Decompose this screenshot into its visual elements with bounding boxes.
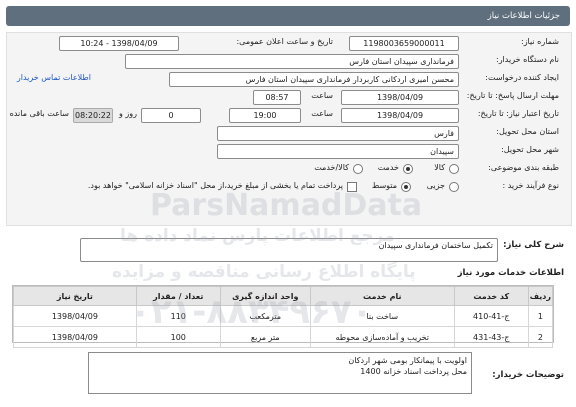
table-header-row: ردیف کد خدمت نام خدمت واحد اندازه گیری ت… — [13, 286, 554, 306]
process-label: نوع فرآیند خرید : — [502, 181, 559, 190]
process-minor-radio[interactable] — [449, 182, 459, 192]
services-table: ردیف کد خدمت نام خدمت واحد اندازه گیری ت… — [12, 285, 554, 348]
cell-service-name: تخریب و آماده‌سازی محوطه — [309, 326, 455, 348]
services-title: اطلاعات خدمات مورد نیاز — [457, 268, 564, 278]
creator-label: ایجاد کننده درخواست: — [485, 73, 559, 82]
city-label: شهر محل تحویل: — [501, 145, 559, 154]
creator-field[interactable]: محسن امیری اردکانی کاربردار فرمانداری سپ… — [169, 72, 459, 87]
deadline-time-field[interactable]: 08:57 — [253, 90, 301, 105]
need-details-panel: شماره نیاز: 1198003659000011 تاریخ و ساع… — [6, 32, 572, 226]
summary-label: شرح کلی نیاز: — [503, 240, 564, 250]
cell-quantity: 110 — [135, 305, 221, 327]
col-row-number: ردیف — [527, 286, 554, 306]
col-quantity: تعداد / مقدار — [135, 286, 221, 306]
announce-label: تاریخ و ساعت اعلان عمومی: — [236, 37, 333, 46]
cell-service-code: ج-41-410 — [453, 305, 529, 327]
buyer-org-field[interactable]: فرمانداری سپیدان استان فارس — [125, 54, 459, 69]
buyer-notes-field[interactable]: اولویت با پیمانکار بومی شهر اردکان محل پ… — [88, 352, 472, 394]
col-unit: واحد اندازه گیری — [219, 286, 311, 306]
buyer-contact-link[interactable]: اطلاعات تماس خریدار — [17, 73, 91, 82]
buyer-notes-line-2: محل پرداخت اسناد خزانه 1400 — [360, 367, 467, 376]
deadline-label: مهلت ارسال پاسخ: تا تاریخ: — [466, 91, 559, 100]
buyer-notes-line-1: اولویت با پیمانکار بومی شهر اردکان — [348, 356, 467, 365]
validity-date-field[interactable]: 1398/04/09 — [341, 108, 459, 123]
buyer-org-label: نام دستگاه خریدار: — [496, 55, 559, 64]
cell-need-date: 1398/04/09 — [13, 305, 137, 327]
cell-quantity: 100 — [135, 326, 221, 348]
category-service-radio[interactable] — [403, 164, 413, 174]
validity-label: تاریخ اعتبار نیاز: تا تاریخ: — [477, 109, 559, 118]
remaining-label: ساعت باقی مانده — [9, 109, 69, 118]
buyer-notes-label: توضیحات خریدار: — [492, 370, 564, 380]
province-field[interactable]: فارس — [217, 126, 459, 141]
process-minor-label: جزیی — [426, 181, 445, 190]
col-service-code: کد خدمت — [453, 286, 529, 306]
deadline-date-field[interactable]: 1398/04/09 — [341, 90, 459, 105]
process-medium-radio[interactable] — [401, 182, 411, 192]
table-row[interactable]: 1 ج-41-410 ساخت بنا مترمکعب 110 1398/04/… — [13, 305, 554, 327]
category-both-radio[interactable] — [353, 164, 363, 174]
page-header: جزئیات اطلاعات نیاز — [6, 6, 570, 26]
cell-service-name: ساخت بنا — [309, 305, 455, 327]
category-both-label: کالا/خدمت — [314, 163, 349, 172]
watermark-line-3: پایگاه اطلاع رسانی مناقصه و مزایده — [112, 262, 416, 282]
category-goods-radio[interactable] — [449, 164, 459, 174]
city-field[interactable]: سپیدان — [217, 144, 459, 159]
announce-field[interactable]: 1398/04/09 - 10:24 — [59, 36, 179, 51]
category-service-label: خدمت — [377, 163, 399, 172]
cell-row-number: 1 — [527, 305, 554, 327]
col-need-date: تاریخ نیاز — [13, 286, 137, 306]
cell-service-code: ج-43-431 — [453, 326, 529, 348]
cell-unit: مترمکعب — [219, 305, 311, 327]
treasury-payment-checkbox[interactable] — [347, 182, 357, 192]
treasury-payment-note: پرداخت تمام یا بخشی از مبلغ خرید،از محل … — [87, 181, 343, 190]
cell-need-date: 1398/04/09 — [13, 326, 137, 348]
category-goods-label: کالا — [434, 163, 445, 172]
validity-time-field[interactable]: 19:00 — [229, 108, 301, 123]
remaining-time-field: 08:20:22 — [73, 108, 113, 123]
need-number-label: شماره نیاز: — [521, 37, 559, 46]
col-service-name: نام خدمت — [309, 286, 455, 306]
table-row[interactable]: 2 ج-43-431 تخریب و آماده‌سازی محوطه متر … — [13, 326, 554, 348]
cell-row-number: 2 — [527, 326, 554, 348]
cell-unit: متر مربع — [219, 326, 311, 348]
summary-field[interactable]: تکمیل ساختمان فرمانداری سپیدان — [80, 238, 498, 262]
remaining-days-field[interactable]: 0 — [141, 108, 201, 123]
category-label: طبقه بندی موضوعی: — [488, 163, 559, 172]
days-label: روز و — [119, 109, 137, 118]
province-label: استان محل تحویل: — [496, 127, 559, 136]
process-medium-label: متوسط — [371, 181, 397, 190]
page-title: جزئیات اطلاعات نیاز — [487, 11, 560, 21]
need-number-field[interactable]: 1198003659000011 — [349, 36, 459, 51]
validity-time-label: ساعت — [311, 109, 333, 118]
deadline-time-label: ساعت — [311, 91, 333, 100]
